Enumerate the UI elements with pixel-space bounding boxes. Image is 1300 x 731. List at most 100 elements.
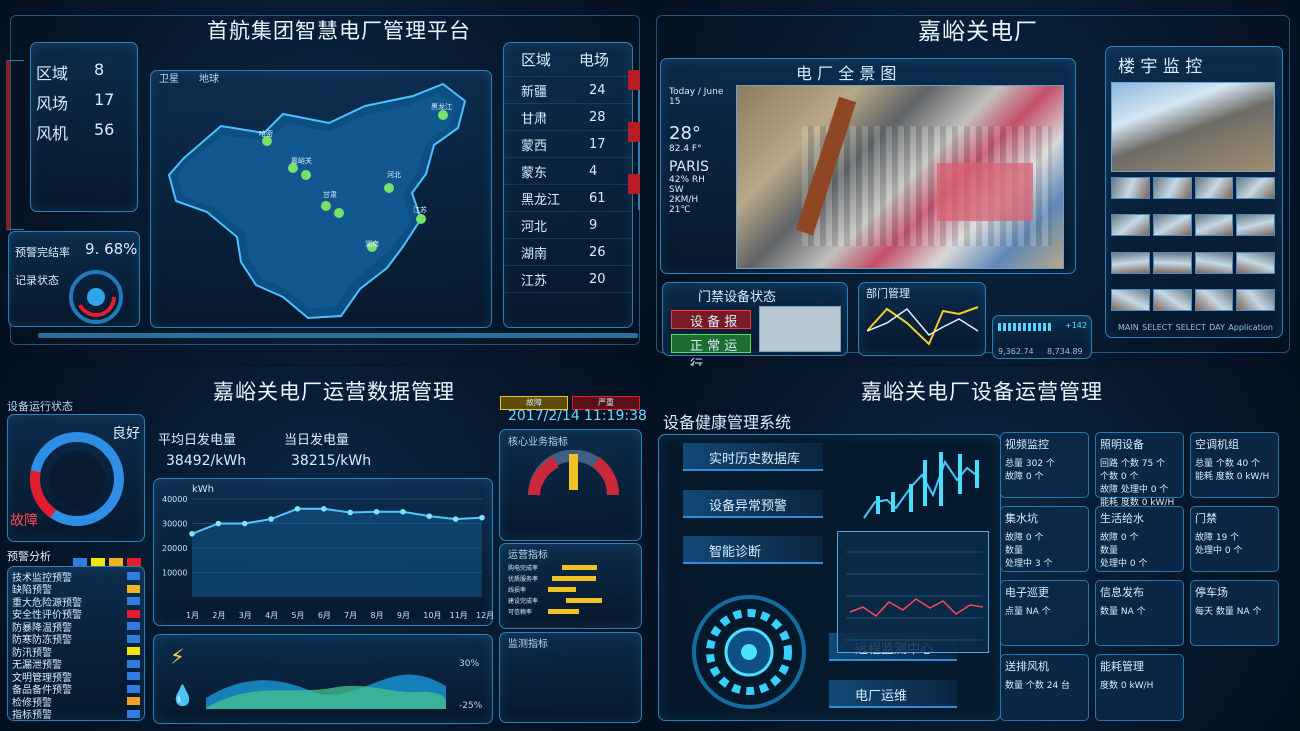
monitor-footer-labels: MAIN SELECT SELECT DAY Application [1118, 323, 1273, 332]
generation-point[interactable] [241, 520, 248, 527]
generation-point[interactable] [452, 516, 459, 522]
generation-point[interactable] [189, 530, 195, 537]
x-tick-label: 1月 [186, 611, 199, 620]
camera-thumbnail[interactable] [1111, 214, 1150, 237]
equipment-card[interactable]: 空调机组 总量 个数 40 个能耗 度数 0 kW/H [1190, 432, 1279, 498]
camera-thumbnail[interactable] [1194, 288, 1234, 311]
camera-thumbnail[interactable] [1194, 214, 1234, 237]
health-menu-item[interactable]: 实时历史数据库 [683, 443, 823, 471]
operating-indicator-row: 可信赖率 [508, 606, 636, 617]
camera-thumbnail[interactable] [1236, 214, 1275, 237]
field-count-cell: 17 [589, 136, 606, 152]
weather-speed: 2KM/H [669, 195, 699, 205]
kpi-left: 9,362.74 [998, 347, 1034, 356]
map-tab[interactable]: 地球 [199, 74, 219, 85]
health-menu-label: 设备异常预警 [709, 499, 788, 514]
camera-thumbnail[interactable] [1236, 288, 1275, 311]
health-grid-chart [837, 531, 989, 653]
equipment-card-line: 数量 [1005, 546, 1024, 556]
equipment-card[interactable]: 集水坑 故障 0 个数量 处理中 3 个 [1000, 506, 1089, 572]
y-tick-label: 20000 [162, 544, 187, 553]
generation-point[interactable] [268, 516, 274, 522]
equipment-card[interactable]: 电子巡更 点量 NA 个 [1000, 580, 1089, 646]
x-tick-label: 4月 [265, 611, 278, 620]
camera-thumbnail[interactable] [1111, 177, 1150, 199]
generation-point[interactable] [347, 509, 353, 516]
equipment-card[interactable]: 停车场 每天 数量 NA 个 [1190, 580, 1279, 646]
region-cell: 湖南 [521, 246, 548, 262]
camera-thumbnail[interactable] [1152, 177, 1192, 199]
field-count-cell: 9 [589, 217, 598, 233]
region-table-row[interactable]: 甘肃 28 [504, 104, 632, 131]
warning-list-item[interactable]: 指标预警 [12, 708, 140, 721]
camera-thumbnail[interactable] [1194, 177, 1234, 199]
equipment-card[interactable]: 照明设备 回路 个数 75 个个数 0 个故障 处理中 0 个能耗 度数 0 kW… [1095, 432, 1184, 508]
resource-area-chart [206, 674, 446, 709]
equipment-card[interactable]: 门禁 故障 19 个处理中 0 个 [1190, 506, 1279, 572]
region-table-row[interactable]: 河北 9 [504, 212, 632, 239]
summary-stat-label: 区域 [36, 64, 69, 83]
equipment-card-line: 处理中 0 个 [1195, 546, 1243, 556]
warning-color-chip [127, 672, 140, 681]
plant-aerial-image[interactable] [736, 85, 1064, 269]
camera-thumbnail[interactable] [1236, 251, 1275, 274]
operating-indicators-panel: 运营指标 购电完成率 优质服务率 线损率 建设完成率 可信赖率 [499, 543, 642, 629]
region-table-row[interactable]: 蒙东 4 [504, 158, 632, 185]
camera-thumbnail[interactable] [1236, 177, 1275, 199]
camera-thumbnail[interactable] [1152, 251, 1192, 274]
today-generation-label: 当日发电量 [284, 433, 350, 448]
china-map: 黑龙江哈密嘉峪关河北江苏 甘肃湖南 [167, 82, 467, 320]
access-diagram [759, 306, 841, 352]
platform-bottom-bar [38, 333, 638, 338]
building-main-camera[interactable] [1111, 82, 1275, 172]
equipment-card[interactable]: 能耗管理 度数 0 kW/H [1095, 654, 1184, 721]
water-percent: -25% [459, 701, 483, 711]
weather-city: PARIS [669, 159, 709, 175]
generation-point[interactable] [294, 506, 301, 512]
alarm-status[interactable]: 设 备 报 警 [671, 310, 751, 349]
x-tick-label: 12月 [476, 611, 494, 620]
equipment-card-line: 数量 NA 个 [1100, 607, 1146, 617]
generation-point[interactable] [426, 513, 433, 519]
region-table-panel: 区域 电场 新疆 24 甘肃 28 蒙西 17 蒙东 4 黑龙江 61 河北 9 湖南 26 江苏 20 [503, 42, 633, 328]
equipment-card[interactable]: 信息发布 数量 NA 个 [1095, 580, 1184, 646]
monitor-footer-label[interactable]: SELECT [1142, 323, 1172, 332]
map-tab[interactable]: 卫星 [159, 74, 179, 85]
generation-point[interactable] [215, 520, 222, 527]
equipment-card[interactable]: 生活给水 故障 0 个数量 处理中 0 个 [1095, 506, 1184, 572]
camera-thumbnail[interactable] [1152, 288, 1192, 311]
region-table-row[interactable]: 湖南 26 [504, 239, 632, 266]
equipment-card[interactable]: 送排风机 数量 个数 24 台 [1000, 654, 1089, 721]
equipment-card-line: 故障 0 个 [1100, 533, 1139, 543]
monitor-footer-label[interactable]: SELECT [1176, 323, 1206, 332]
equipment-card-line: 故障 0 个 [1005, 472, 1044, 482]
svg-text:河北: 河北 [387, 171, 401, 179]
generation-point[interactable] [479, 514, 485, 521]
health-menu-item[interactable]: 电厂运维 [829, 680, 957, 708]
camera-thumbnail[interactable] [1111, 288, 1150, 311]
operating-indicator-label: 建设完成率 [508, 598, 539, 605]
camera-thumbnail[interactable] [1111, 251, 1150, 274]
camera-thumbnail[interactable] [1152, 214, 1192, 237]
region-table-row[interactable]: 蒙西 17 [504, 131, 632, 158]
warning-rate-panel: 预警完结率 9. 68% 记录状态 [8, 231, 140, 327]
kpi-bars [998, 323, 1053, 331]
normal-status[interactable]: 正 常 运 行 [671, 334, 751, 373]
generation-point[interactable] [400, 508, 406, 515]
camera-thumbnail[interactable] [1194, 251, 1234, 274]
generation-point[interactable] [373, 508, 380, 515]
weather-wind: SW [669, 185, 684, 195]
monitor-footer-label[interactable]: DAY [1209, 323, 1225, 332]
warning-rate-value: 9. 68% [85, 240, 138, 258]
generation-line-chart: 40000 30000 20000 10000 kWh 1月 2月 3月 4月 5月 6月 7月 8月 9… [162, 484, 494, 620]
monitor-footer-label[interactable]: MAIN [1118, 323, 1139, 332]
health-menu-item[interactable]: 智能诊断 [683, 536, 823, 564]
generation-point[interactable] [321, 506, 327, 512]
operating-indicator-bar [566, 598, 602, 603]
region-table-row[interactable]: 新疆 24 [504, 77, 632, 104]
equipment-card[interactable]: 视频监控 总量 302 个故障 0 个 [1000, 432, 1089, 498]
region-table-row[interactable]: 江苏 20 [504, 266, 632, 293]
health-menu-item[interactable]: 设备异常预警 [683, 490, 823, 518]
monitor-footer-label[interactable]: Application [1228, 323, 1273, 332]
region-table-row[interactable]: 黑龙江 61 [504, 185, 632, 212]
